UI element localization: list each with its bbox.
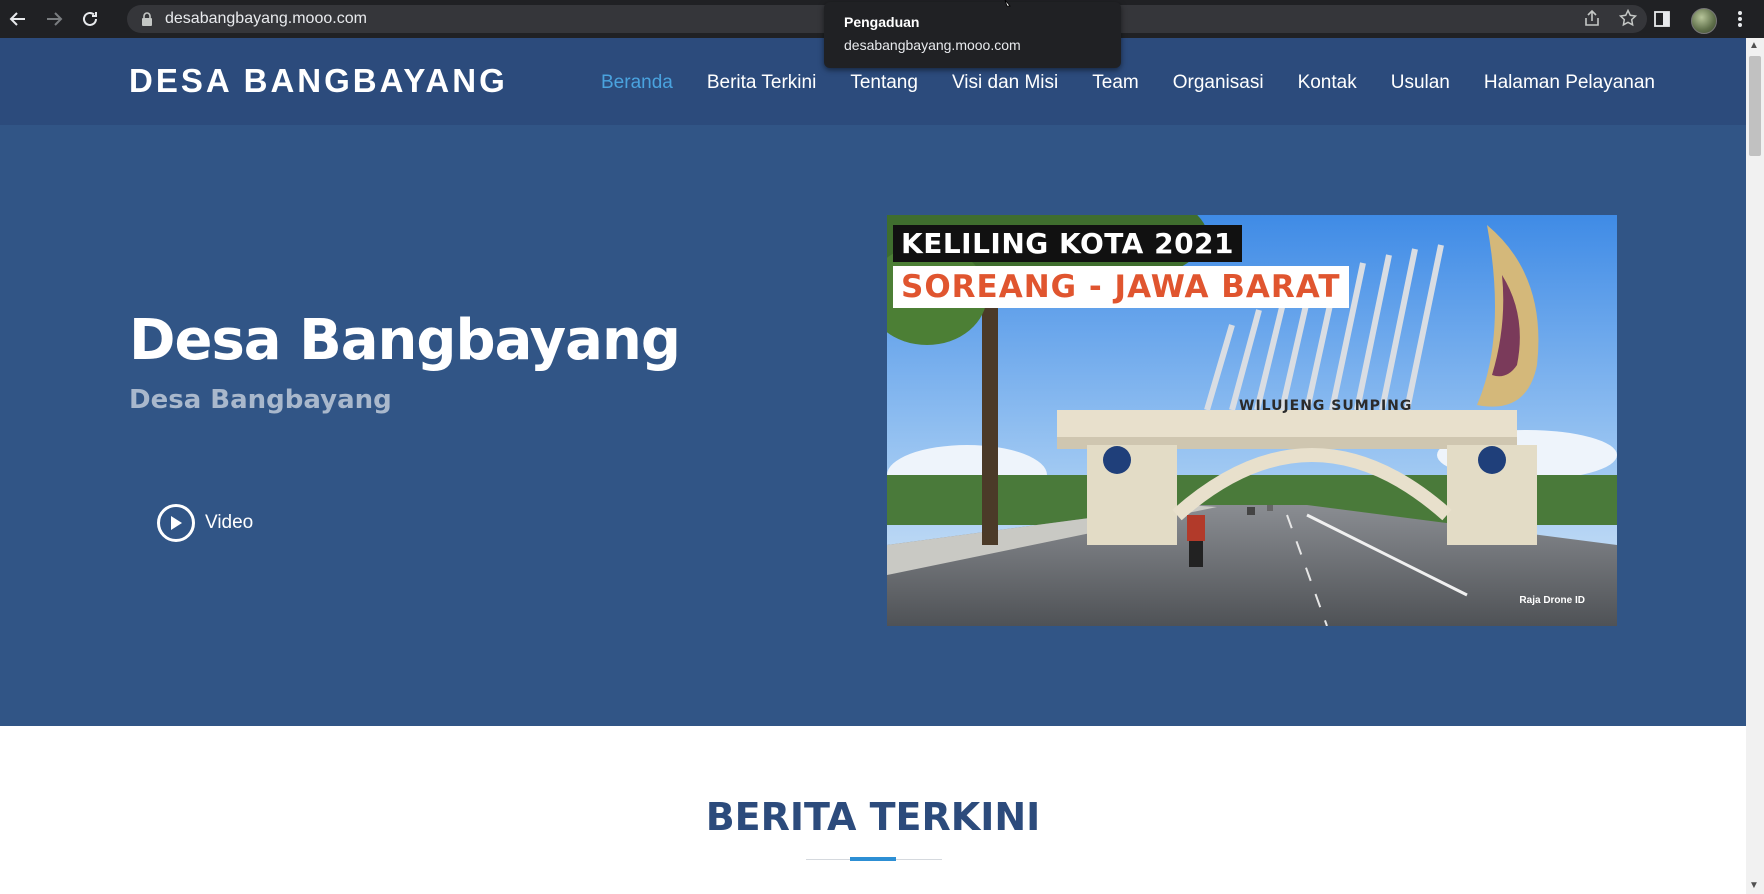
scrollbar-thumb[interactable] [1749,56,1761,156]
hero-title: Desa Bangbayang [129,308,681,373]
site-logo[interactable]: DESA BANGBAYANG [129,62,508,100]
thumbnail-watermark: Raja Drone ID [1519,595,1585,606]
profile-avatar[interactable] [1691,8,1717,34]
section-title: BERITA TERKINI [705,795,1041,839]
lock-icon [141,12,153,26]
nav-tentang[interactable]: Tentang [850,72,918,94]
reload-icon[interactable] [72,0,108,38]
play-icon[interactable] [157,504,195,542]
video-thumbnail[interactable]: KELILING KOTA 2021 SOREANG - JAWA BARAT … [887,215,1617,626]
bookmark-star-icon[interactable] [1618,8,1638,32]
section-divider-accent [850,857,896,861]
mouse-cursor-icon [1004,0,1011,7]
nav-team[interactable]: Team [1092,72,1138,94]
nav-beranda[interactable]: Beranda [601,72,673,94]
video-button[interactable]: Video [157,504,253,542]
thumbnail-arch-text: WILUJENG SUMPING [1239,398,1413,414]
scroll-down-arrow-icon[interactable]: ▼ [1749,880,1759,891]
url-text: desabangbayang.mooo.com [165,10,367,27]
nav-organisasi[interactable]: Organisasi [1173,72,1264,94]
video-label[interactable]: Video [205,512,253,534]
tooltip-url: desabangbayang.mooo.com [844,37,1021,53]
page-scrollbar[interactable] [1746,38,1764,894]
main-nav: Beranda Berita Terkini Tentang Visi dan … [601,72,1689,94]
hero-section: Desa Bangbayang Desa Bangbayang Video KE… [0,125,1746,726]
thumbnail-banner-subtitle: SOREANG - JAWA BARAT [893,266,1349,308]
back-icon[interactable] [0,0,36,38]
scroll-up-arrow-icon[interactable]: ▲ [1749,40,1759,51]
nav-halaman-pelayanan[interactable]: Halaman Pelayanan [1484,72,1655,94]
menu-kebab-icon[interactable] [1737,10,1743,33]
forward-icon[interactable] [36,0,72,38]
share-icon[interactable] [1583,9,1601,32]
side-panel-icon[interactable] [1653,10,1671,33]
nav-usulan[interactable]: Usulan [1391,72,1450,94]
nav-kontak[interactable]: Kontak [1298,72,1357,94]
link-tooltip: Pengaduan desabangbayang.mooo.com [824,2,1121,68]
thumbnail-banner-title: KELILING KOTA 2021 [893,225,1243,262]
nav-visi-dan-misi[interactable]: Visi dan Misi [952,72,1058,94]
tooltip-title: Pengaduan [844,14,920,30]
nav-berita-terkini[interactable]: Berita Terkini [707,72,816,94]
hero-subtitle: Desa Bangbayang [129,385,392,415]
